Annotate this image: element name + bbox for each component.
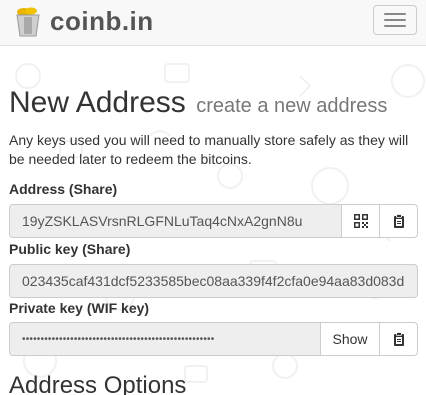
pubkey-label: Public key (Share) — [9, 241, 131, 257]
copy-address-button[interactable] — [379, 204, 418, 238]
page-subtitle: create a new address — [196, 95, 388, 117]
qrcode-button[interactable] — [341, 204, 380, 238]
page-title: New Address — [9, 86, 186, 119]
brand-link[interactable]: coinb.in — [12, 3, 154, 39]
privkey-field[interactable]: ••••••••••••••••••••••••••••••••••••••••… — [9, 322, 321, 356]
address-options-heading: Address Options — [9, 372, 187, 395]
copy-privkey-button[interactable] — [379, 322, 418, 356]
show-privkey-button[interactable]: Show — [320, 322, 380, 356]
hamburger-menu-button[interactable] — [373, 5, 417, 35]
pubkey-input-group: 023435caf431dcf5233585bec08aa339f4f2cfa0… — [9, 264, 418, 298]
clipboard-icon — [393, 332, 404, 346]
brand-name: coinb.in — [50, 5, 154, 36]
page-header: New Address create a new address — [9, 86, 387, 120]
intro-text: Any keys used you will need to manually … — [9, 132, 409, 167]
coin-bucket-logo-icon — [16, 7, 40, 37]
address-field[interactable]: 19yZSKLASVrsnRLGFNLuTaq4cNxA2gnN8u — [9, 204, 342, 238]
top-navbar: coinb.in — [0, 0, 426, 46]
hamburger-bar-icon — [384, 19, 406, 21]
hamburger-bar-icon — [384, 25, 406, 27]
address-label: Address (Share) — [9, 181, 118, 197]
privkey-input-group: ••••••••••••••••••••••••••••••••••••••••… — [9, 322, 418, 356]
pubkey-field[interactable]: 023435caf431dcf5233585bec08aa339f4f2cfa0… — [9, 264, 418, 298]
hamburger-bar-icon — [384, 13, 406, 15]
address-input-group: 19yZSKLASVrsnRLGFNLuTaq4cNxA2gnN8u — [9, 204, 418, 238]
qrcode-icon — [353, 214, 368, 228]
clipboard-icon — [393, 214, 404, 228]
privkey-label: Private key (WIF key) — [9, 300, 150, 316]
